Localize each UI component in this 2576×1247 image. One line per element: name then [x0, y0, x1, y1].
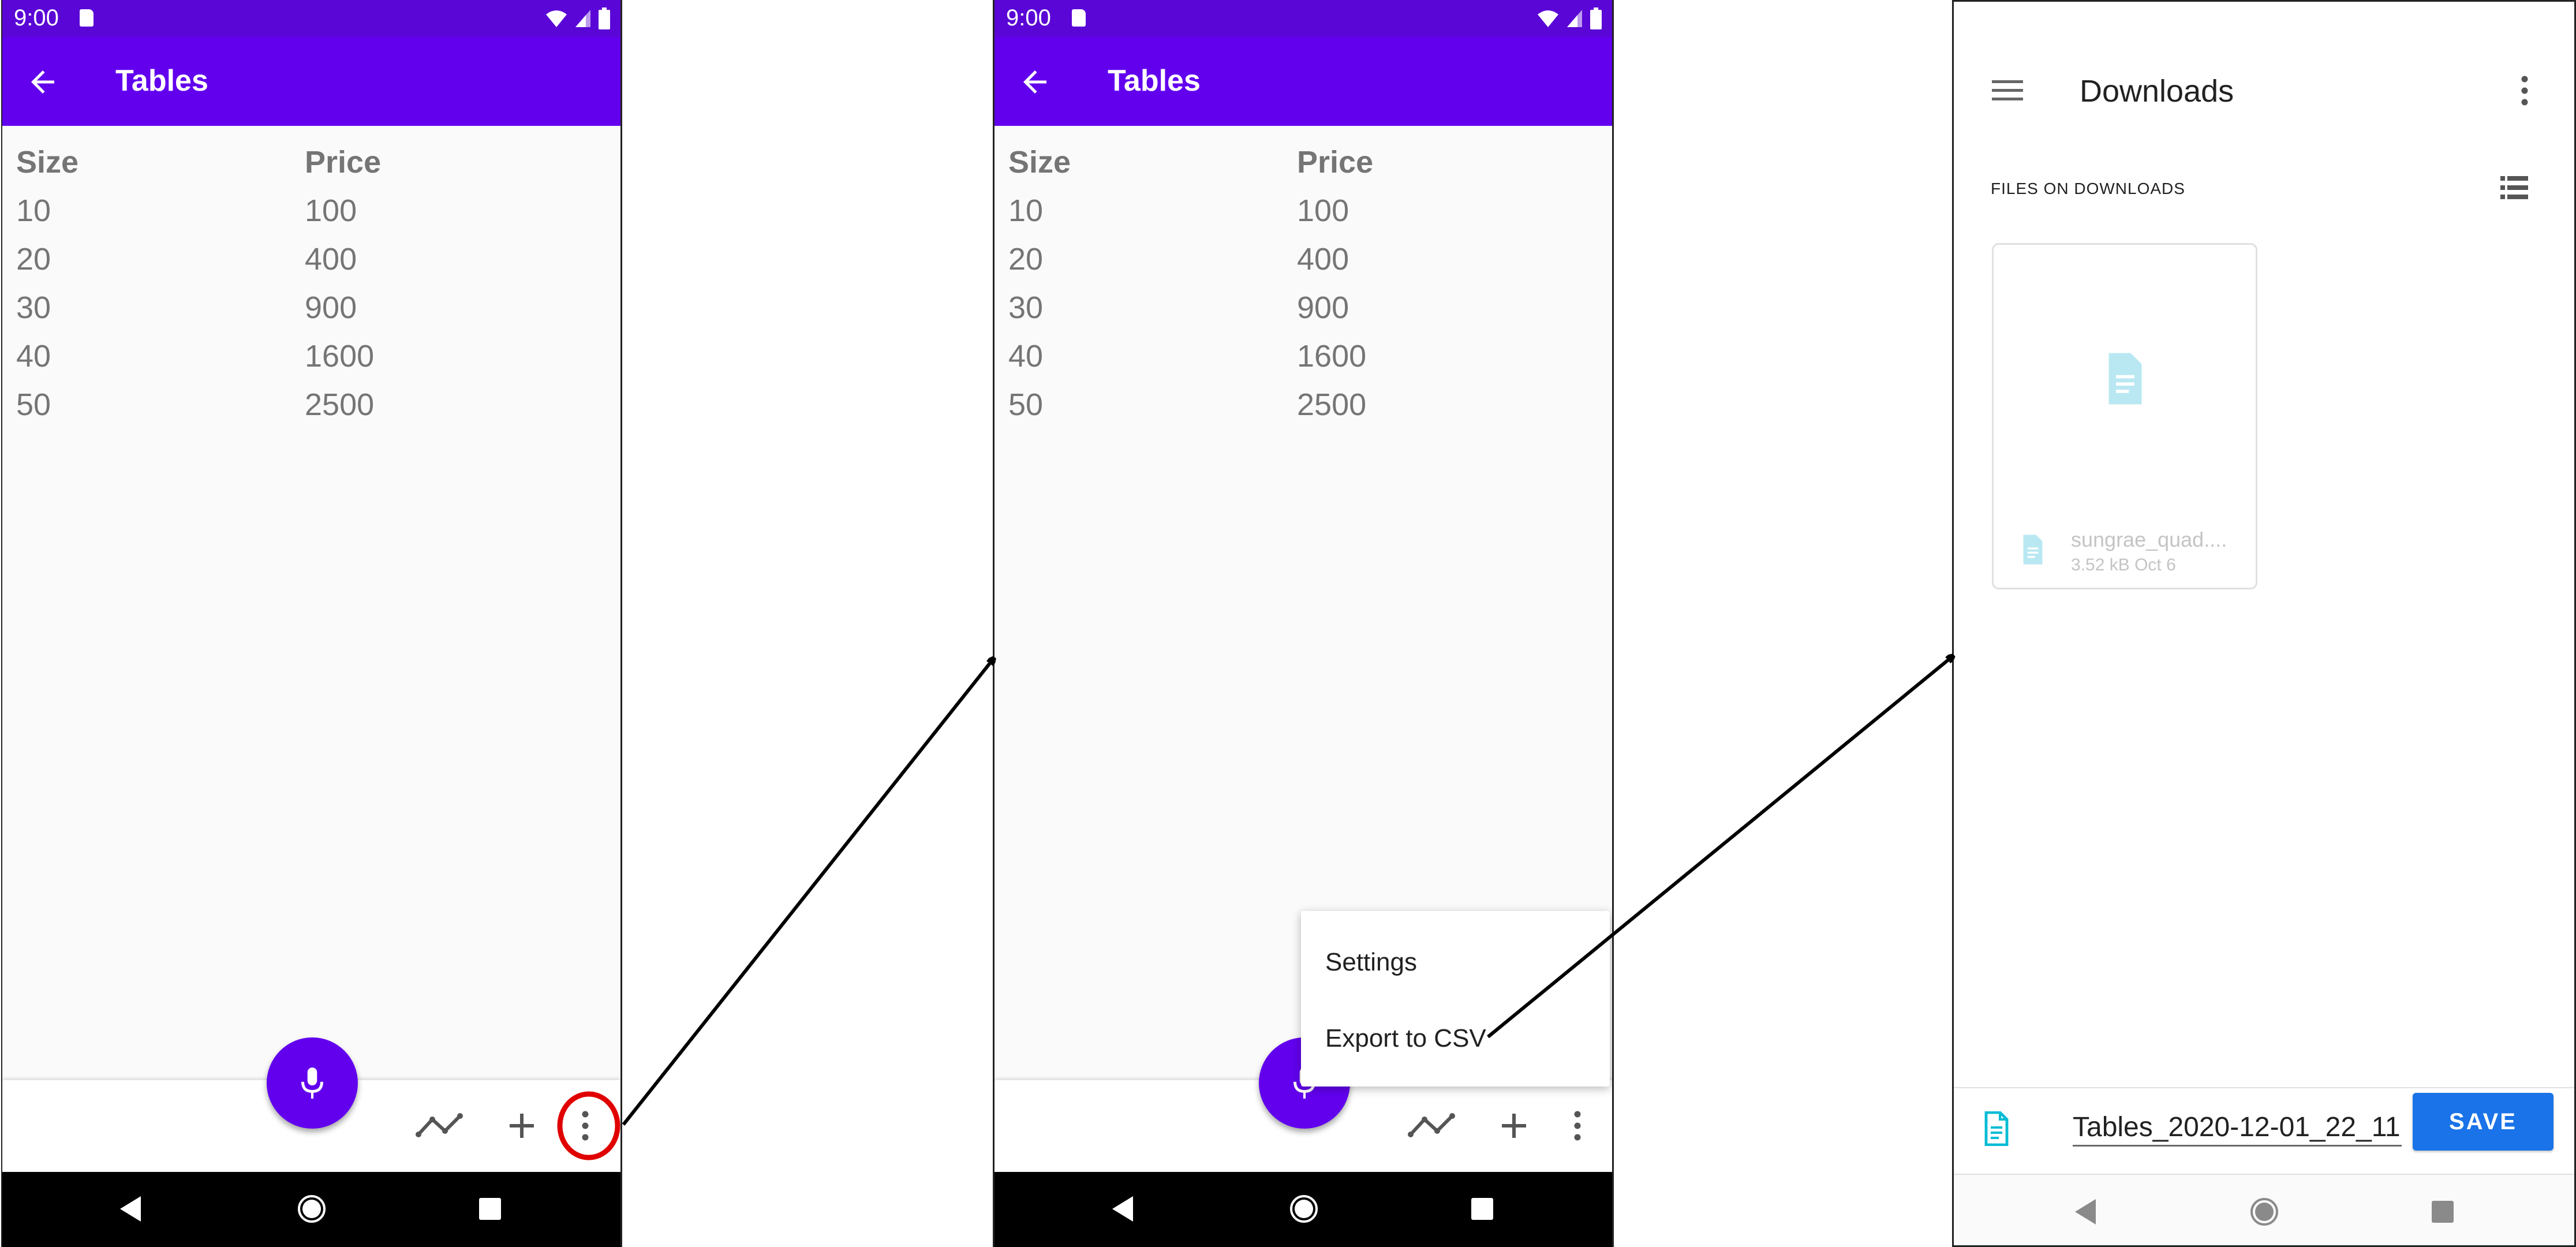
document-icon: [1984, 1111, 2009, 1146]
table-cell: 10: [16, 193, 51, 228]
status-time: 9:00: [1006, 5, 1051, 31]
overflow-menu: Settings Export to CSV: [1301, 911, 1610, 1087]
chart-icon: [1408, 1113, 1455, 1137]
list-view-icon[interactable]: [2500, 176, 2528, 199]
nav-recents-icon[interactable]: [2432, 1201, 2454, 1223]
column-header-size: Size: [1008, 145, 1071, 180]
filename-input[interactable]: Tables_2020-12-01_22_11: [2073, 1111, 2402, 1147]
wifi-icon: [1538, 10, 1558, 27]
add-icon: [510, 1114, 534, 1138]
menu-item-settings[interactable]: Settings: [1325, 948, 1417, 977]
document-icon: [2023, 535, 2043, 565]
flow-arrow-1: [622, 658, 994, 1126]
table-cell: 100: [305, 193, 357, 228]
menu-icon[interactable]: [1992, 80, 2023, 101]
page-title: Tables: [1108, 64, 1201, 98]
nav-back-icon[interactable]: [2075, 1199, 2096, 1224]
table-cell: 10: [1008, 193, 1044, 228]
table-cell: 40: [1008, 339, 1044, 374]
table-cell: 900: [305, 290, 357, 325]
status-bar: 9:00: [994, 0, 1612, 37]
table-cell: 30: [1008, 290, 1044, 325]
more-options-button[interactable]: [1566, 1107, 1589, 1145]
status-bar: 9:00: [2, 0, 620, 37]
phone-screen-3: Downloads FILES ON DOWNLOADS sungrae_qua…: [1952, 0, 2576, 1247]
mic-fab-button[interactable]: [267, 1037, 358, 1129]
status-time: 9:00: [14, 5, 59, 31]
sd-card-icon: [1072, 9, 1086, 27]
system-nav-bar: [994, 1172, 1612, 1247]
table-cell: 900: [1297, 290, 1349, 325]
chart-icon: [416, 1113, 463, 1137]
sd-card-icon: [80, 9, 94, 27]
add-icon: [1502, 1114, 1526, 1138]
table-cell: 2500: [1297, 387, 1367, 422]
back-arrow-icon[interactable]: [25, 65, 60, 99]
column-header-size: Size: [16, 145, 79, 180]
column-header-price: Price: [1297, 145, 1374, 180]
table-cell: 20: [16, 242, 51, 277]
more-vert-icon[interactable]: [2521, 76, 2528, 106]
system-nav-bar: [2, 1172, 620, 1247]
table-cell: 50: [16, 387, 51, 422]
add-button[interactable]: [504, 1107, 539, 1145]
chart-button[interactable]: [1405, 1107, 1457, 1145]
table-cell: 2500: [305, 387, 375, 422]
file-date: Oct 6: [2134, 555, 2176, 574]
table-cell: 1600: [1297, 339, 1367, 374]
phone-screen-1: 9:00 Tables Size Price 10 100 20 400 30 900…: [1, 0, 622, 1247]
nav-recents-icon[interactable]: [479, 1198, 501, 1220]
table-cell: 400: [305, 242, 357, 277]
chart-button[interactable]: [413, 1107, 465, 1145]
table-cell: 1600: [305, 339, 375, 374]
table-cell: 50: [1008, 387, 1044, 422]
app-bar: Tables: [994, 37, 1612, 126]
battery-icon: [599, 8, 610, 29]
more-vert-icon: [582, 1111, 589, 1141]
nav-back-icon[interactable]: [120, 1196, 141, 1222]
page-title: Tables: [115, 64, 208, 98]
wifi-icon: [546, 10, 567, 27]
nav-home-icon[interactable]: [298, 1195, 326, 1223]
file-meta: 3.52 kB Oct 6: [2071, 555, 2176, 575]
menu-item-export-csv[interactable]: Export to CSV: [1325, 1024, 1486, 1053]
signal-icon: [575, 10, 590, 27]
phone-screen-2: 9:00 Tables Size Price 10 100 20 400 30 900…: [993, 0, 1614, 1247]
page-title: Downloads: [2080, 74, 2234, 109]
file-card[interactable]: sungrae_quad.... 3.52 kB Oct 6: [1992, 243, 2257, 589]
file-name: sungrae_quad....: [2071, 528, 2227, 551]
nav-home-icon[interactable]: [1290, 1195, 1318, 1223]
signal-icon: [1567, 10, 1582, 27]
table-cell: 30: [16, 290, 51, 325]
save-row: Tables_2020-12-01_22_11 SAVE: [1954, 1087, 2574, 1175]
save-button[interactable]: SAVE: [2413, 1093, 2553, 1151]
more-vert-icon: [1574, 1111, 1581, 1141]
file-size: 3.52 kB: [2071, 555, 2130, 574]
system-nav-bar: [1954, 1174, 2574, 1245]
nav-home-icon[interactable]: [2250, 1198, 2278, 1226]
table-cell: 20: [1008, 242, 1044, 277]
table-cell: 40: [16, 339, 51, 374]
table-cell: 100: [1297, 193, 1349, 228]
back-arrow-icon[interactable]: [1018, 65, 1052, 99]
table-cell: 400: [1297, 242, 1349, 277]
nav-back-icon[interactable]: [1112, 1196, 1133, 1222]
document-icon: [2108, 353, 2142, 405]
column-header-price: Price: [305, 145, 382, 180]
nav-recents-icon[interactable]: [1471, 1198, 1493, 1220]
more-options-button[interactable]: [574, 1107, 597, 1145]
mic-icon: [301, 1067, 324, 1099]
battery-icon: [1590, 8, 1602, 29]
app-bar: Tables: [2, 37, 620, 126]
add-button[interactable]: [1497, 1107, 1531, 1145]
section-header: FILES ON DOWNLOADS: [1991, 180, 2185, 197]
